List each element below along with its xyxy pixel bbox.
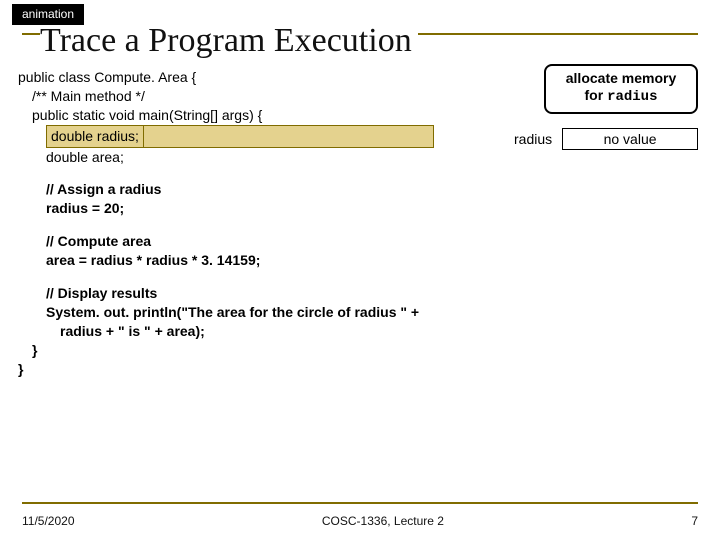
footer: 11/5/2020 COSC-1336, Lecture 2 7 <box>22 514 698 528</box>
footer-date: 11/5/2020 <box>22 514 75 528</box>
blank-line <box>18 270 702 284</box>
code-line: double area; <box>18 148 702 167</box>
code-line: System. out. println("The area for the c… <box>18 303 702 322</box>
code-line: // Assign a radius <box>18 180 702 199</box>
footer-page-number: 7 <box>691 514 698 528</box>
code-line: // Display results <box>18 284 702 303</box>
code-block: public class Compute. Area { /** Main me… <box>18 68 702 378</box>
code-line: area = radius * radius * 3. 14159; <box>18 251 702 270</box>
code-line: radius + " is " + area); <box>18 322 702 341</box>
blank-line <box>18 218 702 232</box>
code-line: radius = 20; <box>18 199 702 218</box>
animation-badge: animation <box>12 4 84 25</box>
code-line: public class Compute. Area { <box>18 68 702 87</box>
blank-line <box>18 166 702 180</box>
slide-title: Trace a Program Execution <box>40 22 418 60</box>
code-line: public static void main(String[] args) { <box>18 106 702 125</box>
footer-course: COSC-1336, Lecture 2 <box>322 514 444 528</box>
code-line: /** Main method */ <box>18 87 702 106</box>
code-line: // Compute area <box>18 232 702 251</box>
footer-horizontal-rule <box>22 502 698 504</box>
highlight-box: double radius; <box>46 125 144 148</box>
code-line-highlight: double radius; <box>18 125 434 148</box>
code-line: } <box>18 360 702 379</box>
code-line: } <box>18 341 702 360</box>
